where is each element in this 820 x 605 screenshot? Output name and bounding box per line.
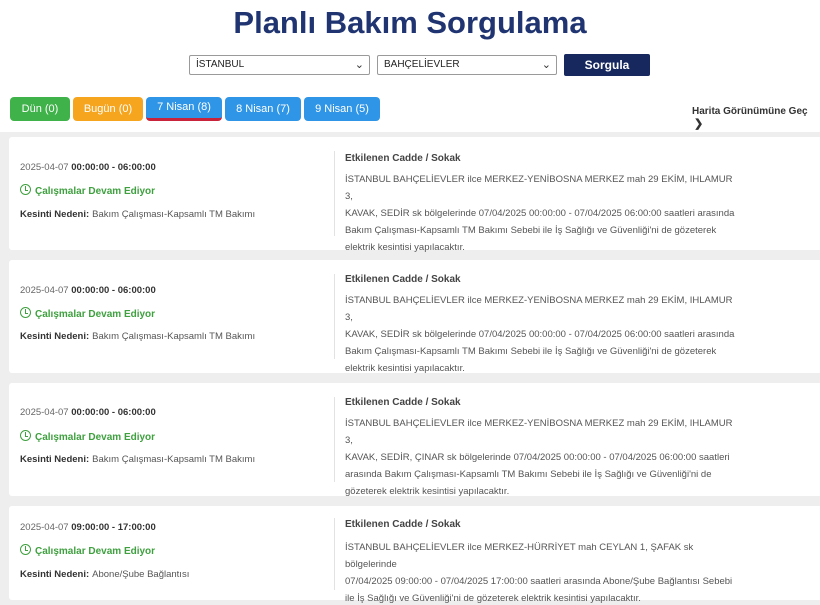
clock-icon bbox=[20, 544, 31, 555]
query-button[interactable]: Sorgula bbox=[564, 54, 650, 76]
outage-description: İSTANBUL BAHÇELİEVLER ilce MERKEZ-YENİBO… bbox=[345, 415, 740, 500]
outage-datetime: 2025-04-07 09:00:00 - 17:00:00 bbox=[20, 522, 156, 533]
street-label: Etkilenen Cadde / Sokak bbox=[345, 153, 461, 164]
description-line: elektrik kesintisi yapılacaktır. bbox=[345, 363, 465, 374]
outage-time: 00:00:00 - 06:00:00 bbox=[71, 162, 156, 173]
outage-reason: Kesinti Nedeni: Bakım Çalışması-Kapsamlı … bbox=[20, 454, 255, 465]
outage-description: İSTANBUL BAHÇELİEVLER ilce MERKEZ-YENİBO… bbox=[345, 292, 740, 377]
reason-value: Bakım Çalışması-Kapsamlı TM Bakımı bbox=[92, 331, 256, 342]
status-label: Çalışmalar Devam Ediyor bbox=[35, 546, 156, 557]
status-text: Çalışmalar Devam Ediyor bbox=[20, 184, 155, 197]
divider bbox=[334, 151, 335, 236]
outage-date: 2025-04-07 bbox=[20, 407, 69, 418]
outage-description: İSTANBUL BAHÇELİEVLER ilce MERKEZ-YENİBO… bbox=[345, 171, 740, 256]
reason-label: Kesinti Nedeni: bbox=[20, 454, 90, 465]
outage-datetime: 2025-04-07 00:00:00 - 06:00:00 bbox=[20, 407, 156, 418]
tab-8-april[interactable]: 8 Nisan (7) bbox=[225, 97, 301, 121]
outage-date: 2025-04-07 bbox=[20, 162, 69, 173]
city-select-value: İSTANBUL bbox=[196, 59, 245, 70]
description-line: 07/04/2025 09:00:00 - 07/04/2025 17:00:0… bbox=[345, 576, 733, 587]
outage-date: 2025-04-07 bbox=[20, 522, 69, 533]
tab-7-april[interactable]: 7 Nisan (8) bbox=[146, 97, 222, 121]
outage-card: 2025-04-07 00:00:00 - 06:00:00 Çalışmala… bbox=[9, 260, 820, 374]
description-line: arasında Bakım Çalışması-Kapsamlı TM Bak… bbox=[345, 469, 712, 480]
street-label: Etkilenen Cadde / Sokak bbox=[345, 397, 461, 408]
outage-card-summary: 2025-04-07 09:00:00 - 17:00:00 Çalışmala… bbox=[20, 506, 330, 600]
description-line: gözeterek elektrik kesintisi yapılacaktı… bbox=[345, 486, 510, 497]
reason-value: Bakım Çalışması-Kapsamlı TM Bakımı bbox=[92, 209, 256, 220]
street-label: Etkilenen Cadde / Sokak bbox=[345, 274, 461, 285]
outage-time: 00:00:00 - 06:00:00 bbox=[71, 407, 156, 418]
description-line: elektrik kesintisi yapılacaktır. bbox=[345, 242, 465, 253]
tab-9-april[interactable]: 9 Nisan (5) bbox=[304, 97, 380, 121]
description-line: Bakım Çalışması-Kapsamlı TM Bakımı Sebeb… bbox=[345, 346, 717, 357]
description-line: KAVAK, SEDİR sk bölgelerinde 07/04/2025 … bbox=[345, 208, 735, 219]
chevron-down-icon: ⌄ bbox=[541, 59, 551, 71]
outage-time: 00:00:00 - 06:00:00 bbox=[71, 285, 156, 296]
description-line: İSTANBUL BAHÇELİEVLER ilce MERKEZ-HÜRRİY… bbox=[345, 542, 694, 570]
description-line: İSTANBUL BAHÇELİEVLER ilce MERKEZ-YENİBO… bbox=[345, 295, 733, 323]
city-select[interactable]: İSTANBUL ⌄ bbox=[189, 55, 370, 75]
reason-value: Abone/Şube Bağlantısı bbox=[92, 569, 190, 580]
outage-time: 09:00:00 - 17:00:00 bbox=[71, 522, 156, 533]
clock-icon bbox=[20, 430, 31, 441]
status-label: Çalışmalar Devam Ediyor bbox=[35, 186, 156, 197]
reason-value: Bakım Çalışması-Kapsamlı TM Bakımı bbox=[92, 454, 256, 465]
reason-label: Kesinti Nedeni: bbox=[20, 331, 90, 342]
outage-card: 2025-04-07 09:00:00 - 17:00:00 Çalışmala… bbox=[9, 506, 820, 604]
outage-datetime: 2025-04-07 00:00:00 - 06:00:00 bbox=[20, 162, 156, 173]
divider bbox=[334, 397, 335, 482]
outage-card: 2025-04-07 00:00:00 - 06:00:00 Çalışmala… bbox=[9, 137, 820, 253]
reason-label: Kesinti Nedeni: bbox=[20, 209, 90, 220]
tab-yesterday[interactable]: Dün (0) bbox=[10, 97, 70, 121]
outage-datetime: 2025-04-07 00:00:00 - 06:00:00 bbox=[20, 285, 156, 296]
outage-card-details: Etkilenen Cadde / Sokak İSTANBUL BAHÇELİ… bbox=[345, 137, 740, 253]
chevron-down-icon: ⌄ bbox=[354, 59, 364, 71]
outage-reason: Kesinti Nedeni: Bakım Çalışması-Kapsamlı … bbox=[20, 209, 255, 220]
divider bbox=[334, 518, 335, 590]
divider bbox=[334, 274, 335, 359]
district-select-value: BAHÇELİEVLER bbox=[384, 59, 460, 70]
outage-card-summary: 2025-04-07 00:00:00 - 06:00:00 Çalışmala… bbox=[20, 137, 330, 250]
chevron-right-icon: ❯ bbox=[694, 118, 704, 130]
status-label: Çalışmalar Devam Ediyor bbox=[35, 309, 156, 320]
clock-icon bbox=[20, 184, 31, 195]
outage-card-details: Etkilenen Cadde / Sokak İSTANBUL BAHÇELİ… bbox=[345, 260, 740, 374]
description-line: KAVAK, SEDİR, ÇINAR sk bölgelerinde 07/0… bbox=[345, 452, 730, 463]
outage-card-details: Etkilenen Cadde / Sokak İSTANBUL BAHÇELİ… bbox=[345, 506, 740, 604]
description-line: Bakım Çalışması-Kapsamlı TM Bakımı Sebeb… bbox=[345, 225, 717, 236]
tab-today[interactable]: Bugün (0) bbox=[73, 97, 143, 121]
page-title: Planlı Bakım Sorgulama bbox=[233, 5, 587, 40]
description-line: İSTANBUL BAHÇELİEVLER ilce MERKEZ-YENİBO… bbox=[345, 174, 733, 202]
map-view-link-label: Harita Görünümüne Geç bbox=[692, 106, 808, 117]
outage-card-summary: 2025-04-07 00:00:00 - 06:00:00 Çalışmala… bbox=[20, 383, 330, 496]
description-line: KAVAK, SEDİR sk bölgelerinde 07/04/2025 … bbox=[345, 329, 735, 340]
outage-card-summary: 2025-04-07 00:00:00 - 06:00:00 Çalışmala… bbox=[20, 260, 330, 373]
map-view-link[interactable]: Harita Görünümüne Geç ❯ bbox=[692, 106, 820, 130]
status-text: Çalışmalar Devam Ediyor bbox=[20, 307, 155, 320]
district-select[interactable]: BAHÇELİEVLER ⌄ bbox=[377, 55, 557, 75]
outage-reason: Kesinti Nedeni: Abone/Şube Bağlantısı bbox=[20, 569, 189, 580]
clock-icon bbox=[20, 307, 31, 318]
outage-card-details: Etkilenen Cadde / Sokak İSTANBUL BAHÇELİ… bbox=[345, 383, 740, 497]
outage-card: 2025-04-07 00:00:00 - 06:00:00 Çalışmala… bbox=[9, 383, 820, 497]
description-line: İSTANBUL BAHÇELİEVLER ilce MERKEZ-YENİBO… bbox=[345, 418, 733, 446]
outage-date: 2025-04-07 bbox=[20, 285, 69, 296]
reason-label: Kesinti Nedeni: bbox=[20, 569, 90, 580]
outage-description: İSTANBUL BAHÇELİEVLER ilce MERKEZ-HÜRRİY… bbox=[345, 539, 740, 605]
status-label: Çalışmalar Devam Ediyor bbox=[35, 432, 156, 443]
description-line: ile İş Sağlığı ve Güvenliği'ni de gözete… bbox=[345, 593, 641, 604]
status-text: Çalışmalar Devam Ediyor bbox=[20, 430, 155, 443]
header: Planlı Bakım Sorgulama İSTANBUL ⌄ BAHÇEL… bbox=[0, 0, 820, 132]
street-label: Etkilenen Cadde / Sokak bbox=[345, 519, 461, 530]
status-text: Çalışmalar Devam Ediyor bbox=[20, 544, 155, 557]
outage-reason: Kesinti Nedeni: Bakım Çalışması-Kapsamlı … bbox=[20, 331, 255, 342]
